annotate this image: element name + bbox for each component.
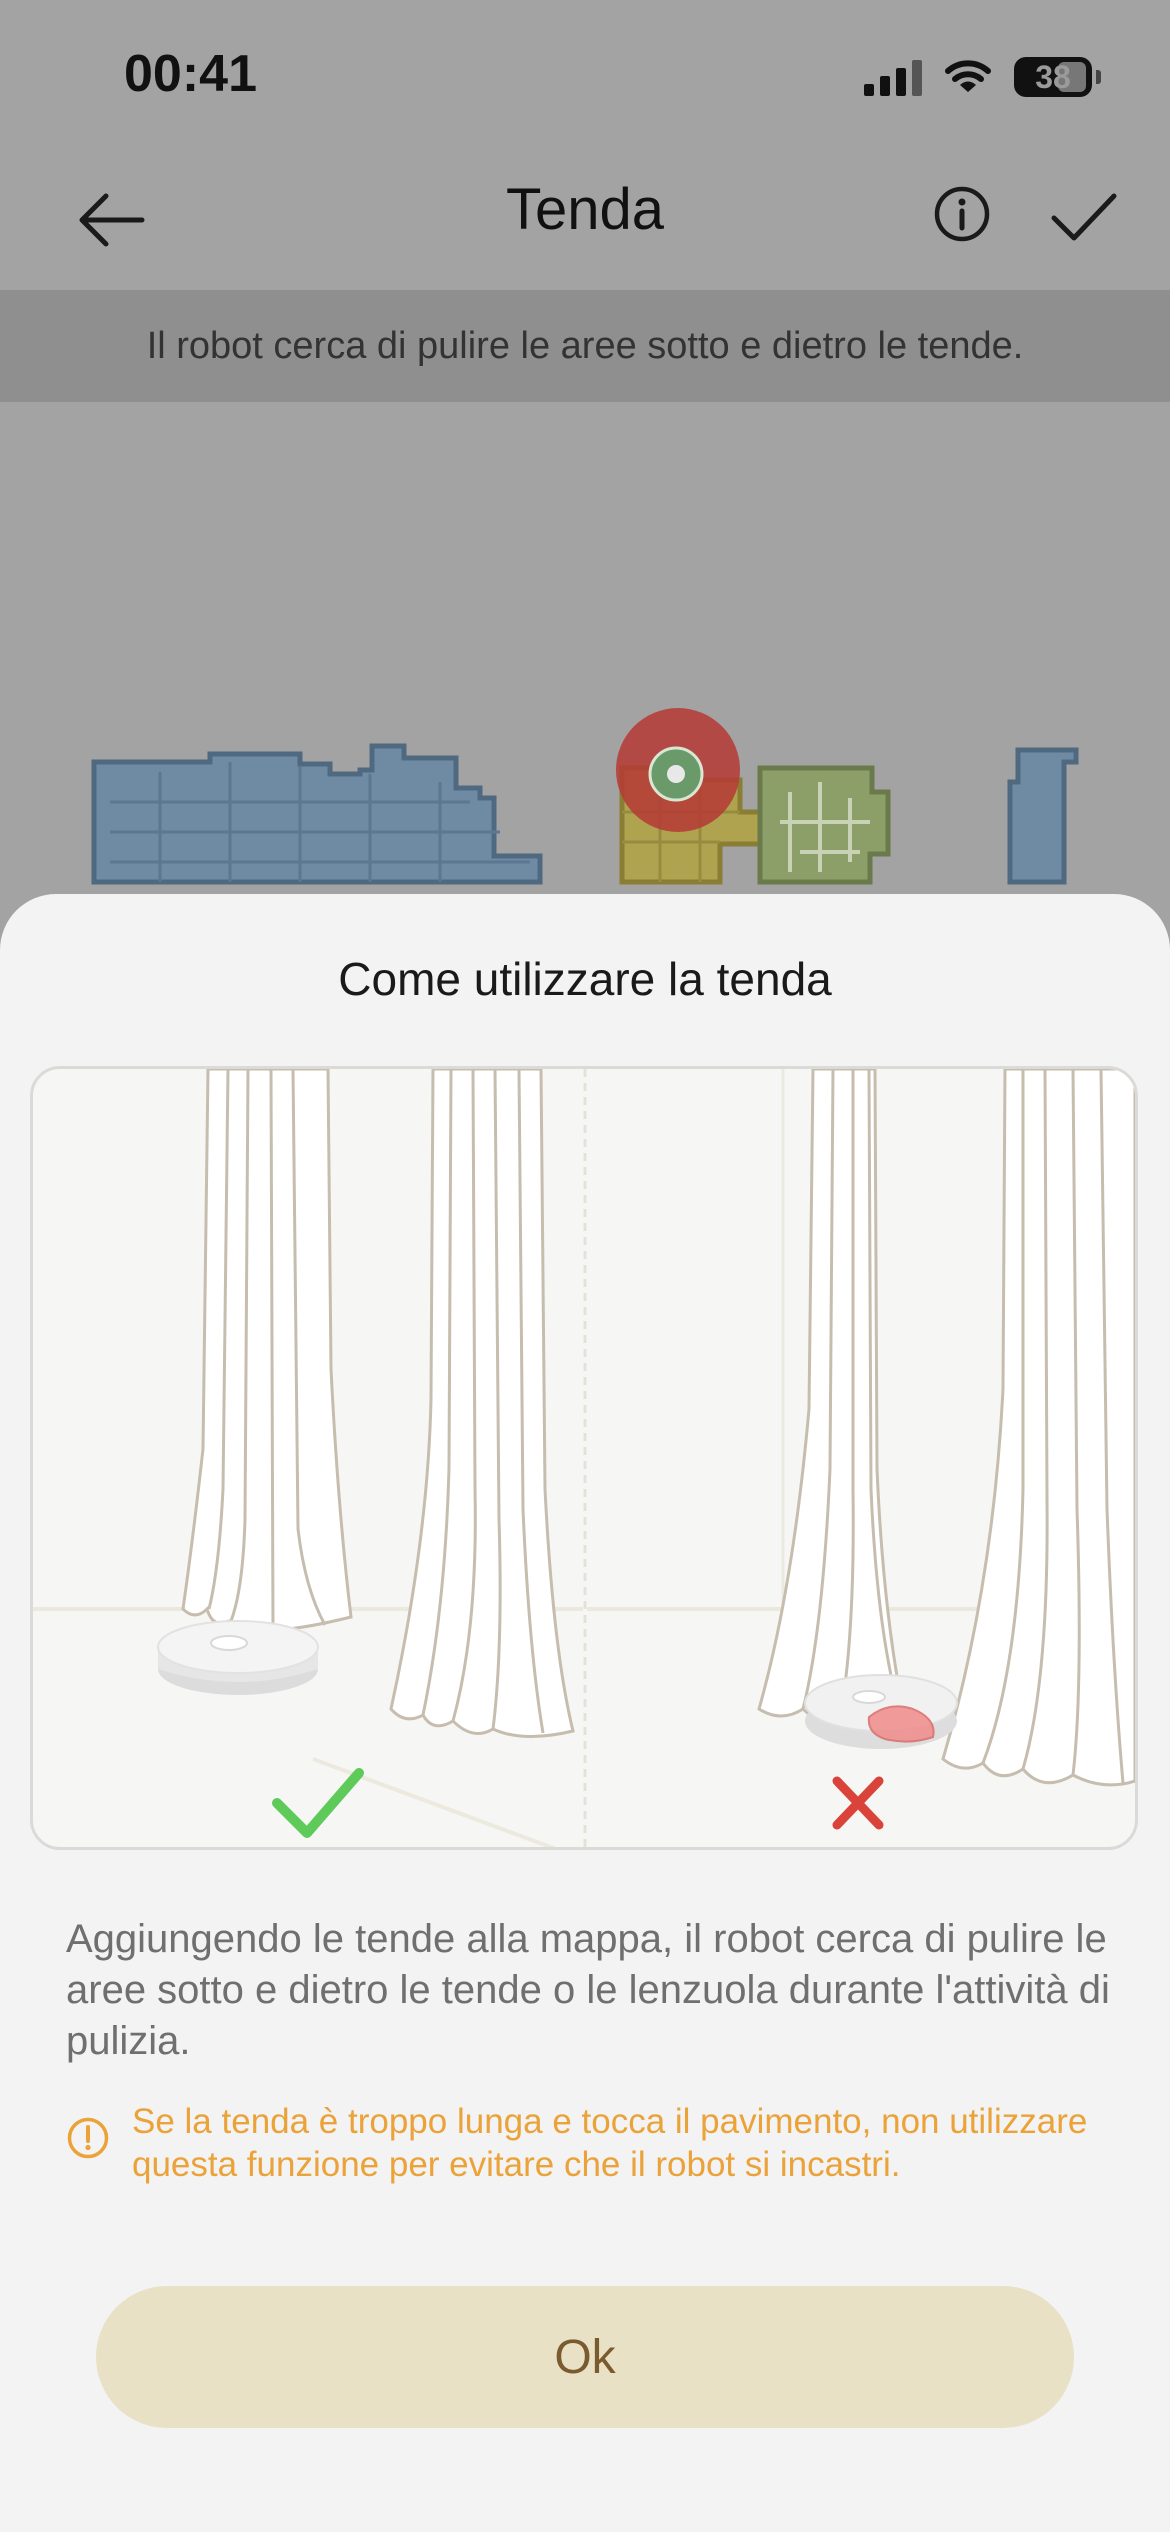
curtain-illustration (30, 1066, 1138, 1850)
hint-banner: Il robot cerca di pulire le aree sotto e… (0, 290, 1170, 402)
sheet-title: Come utilizzare la tenda (338, 953, 832, 1005)
red-cross-icon (832, 1776, 884, 1830)
warning-text: Se la tenda è troppo lunga e tocca il pa… (132, 2102, 1088, 2184)
battery-icon: 38 (1014, 57, 1101, 97)
robot-vacuum-right (804, 1674, 958, 1749)
curtain-help-sheet: Come utilizzare la tenda Aggiungendo le … (0, 894, 1170, 2532)
wifi-icon (945, 60, 991, 92)
illustration-wrong (587, 1069, 1135, 1830)
map-room-green (757, 765, 891, 885)
floor-map[interactable] (0, 402, 1170, 922)
map-room-blue-right (1007, 747, 1079, 885)
robot-marker (616, 708, 740, 832)
robot-vacuum-left (157, 1620, 319, 1695)
warning-circle-icon (67, 2117, 109, 2159)
map-room-blue (91, 743, 543, 885)
cellular-signal-icon (864, 58, 922, 96)
page-title: Tenda (505, 177, 665, 242)
status-bar: 00:41 38 (0, 0, 1170, 150)
green-check-icon (272, 1768, 364, 1838)
ok-button[interactable]: Ok (96, 2286, 1074, 2428)
status-time: 00:41 (124, 45, 257, 103)
nav-bar: Tenda (0, 150, 1170, 290)
status-icons: 38 (864, 52, 1101, 102)
illustration-correct (33, 1069, 583, 1847)
curtain-description: Aggiungendo le tende alla mappa, il robo… (66, 1917, 1110, 2063)
checkmark-icon[interactable] (1048, 186, 1120, 250)
battery-level: 38 (1035, 58, 1071, 95)
info-icon[interactable] (930, 182, 994, 246)
